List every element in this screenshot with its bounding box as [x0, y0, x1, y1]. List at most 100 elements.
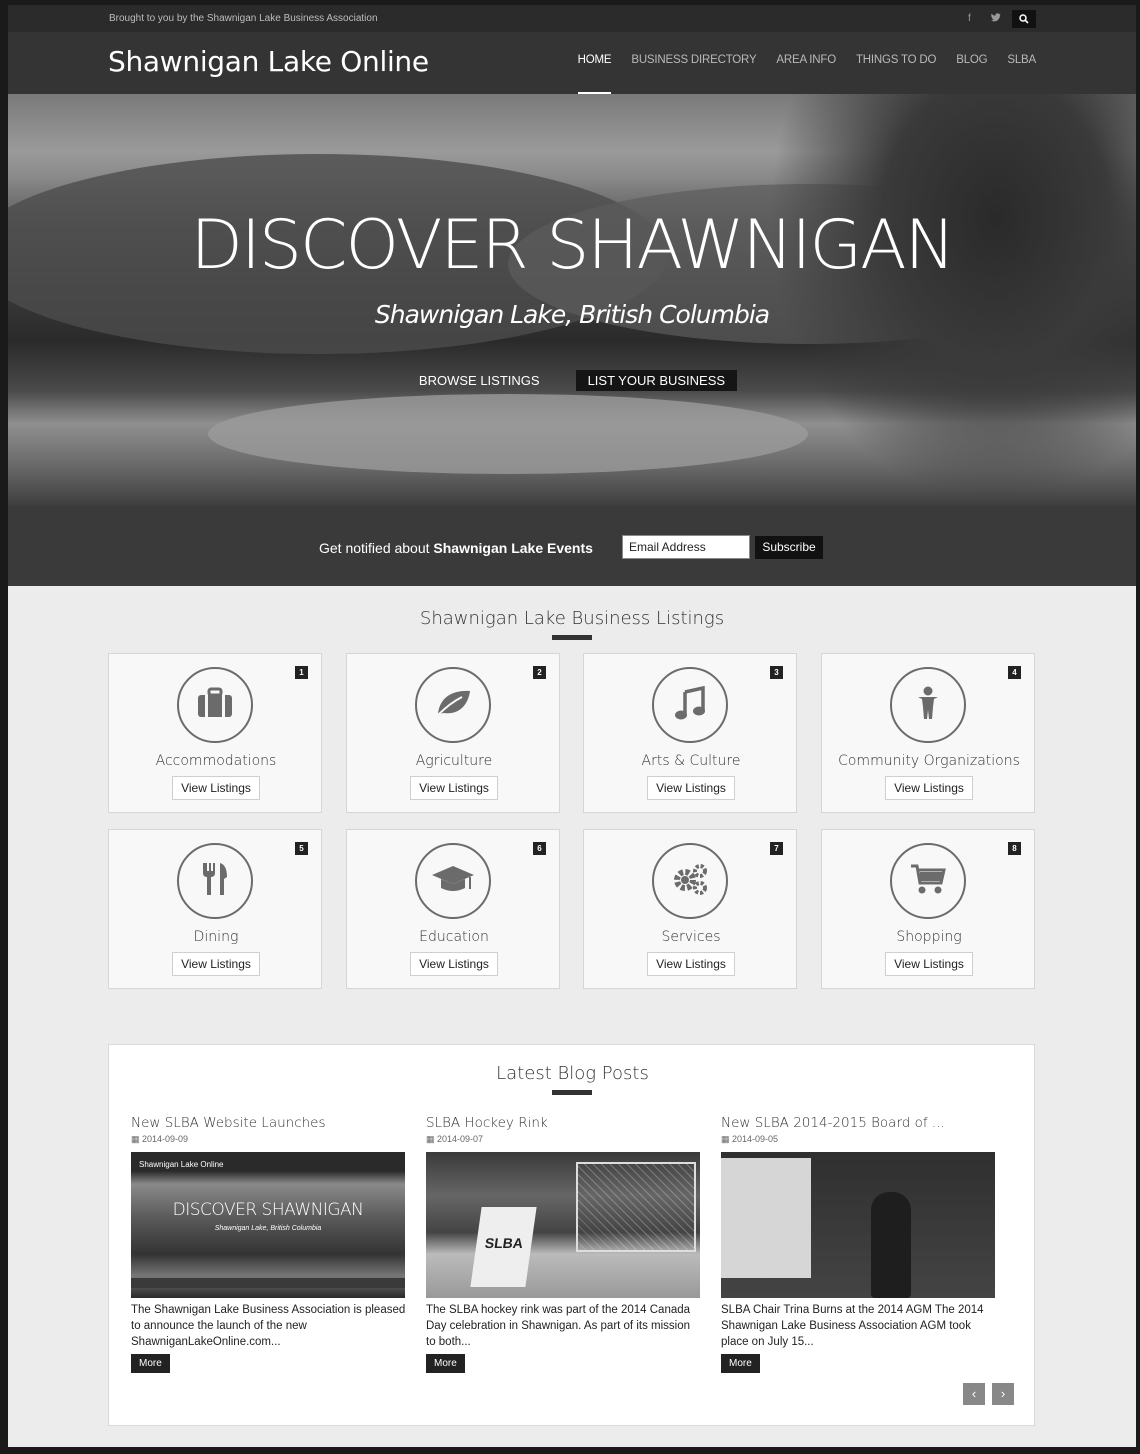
- icon-circle: [177, 843, 253, 919]
- hero-banner: DISCOVER SHAWNIGAN Shawnigan Lake, Briti…: [8, 94, 1136, 506]
- post-date: ▦ 2014-09-07: [426, 1134, 484, 1144]
- list-business-button[interactable]: LIST YOUR BUSINESS: [575, 370, 738, 391]
- subscribe-text-prefix: Get notified about: [319, 540, 434, 556]
- icon-circle: [415, 667, 491, 743]
- card-label: Community Organizations: [838, 753, 1020, 769]
- card-number-badge: 8: [1008, 842, 1021, 855]
- music-note-icon: [675, 685, 705, 725]
- view-listings-button[interactable]: View Listings: [410, 952, 498, 976]
- icon-circle: [890, 843, 966, 919]
- thumb-hockey-net: [576, 1162, 696, 1252]
- hero-title: DISCOVER SHAWNIGAN: [190, 206, 955, 285]
- leaf-icon: [434, 688, 472, 723]
- view-listings-button[interactable]: View Listings: [647, 952, 735, 976]
- subscribe-bar: Get notified about Shawnigan Lake Events…: [8, 506, 1136, 586]
- cutlery-icon: [201, 861, 229, 902]
- card-number-badge: 5: [295, 842, 308, 855]
- listing-card[interactable]: 5 Dining View Listings: [108, 829, 322, 989]
- carousel-next-button[interactable]: ›: [992, 1383, 1014, 1405]
- nav-things-to-do[interactable]: THINGS TO DO: [856, 54, 936, 94]
- nav-blog[interactable]: BLOG: [956, 54, 987, 94]
- browse-listings-button[interactable]: BROWSE LISTINGS: [407, 370, 552, 391]
- listing-card[interactable]: 8 Shopping View Listings: [821, 829, 1035, 989]
- card-label: Shopping: [896, 929, 962, 945]
- post-excerpt: The Shawnigan Lake Business Association …: [131, 1304, 406, 1348]
- post-date-text: 2014-09-05: [732, 1134, 779, 1144]
- card-number-badge: 4: [1008, 666, 1021, 679]
- blog-post: SLBA Hockey Rink ▦ 2014-09-07 SLBA The S…: [426, 1115, 701, 1373]
- thumb-strip: [131, 1278, 405, 1288]
- view-listings-button[interactable]: View Listings: [410, 776, 498, 800]
- card-number-badge: 2: [533, 666, 546, 679]
- thumb-subtitle: Shawnigan Lake, British Columbia: [214, 1225, 322, 1232]
- listing-card[interactable]: 2 Agriculture View Listings: [346, 653, 560, 813]
- post-title[interactable]: SLBA Hockey Rink: [426, 1115, 701, 1131]
- icon-circle: [890, 667, 966, 743]
- nav-home[interactable]: HOME: [577, 54, 612, 96]
- card-label: Accommodations: [155, 753, 277, 769]
- hero-subtitle: Shawnigan Lake, British Columbia: [374, 300, 770, 329]
- listing-card[interactable]: 1 Accommodations View Listings: [108, 653, 322, 813]
- facebook-icon[interactable]: f: [968, 13, 971, 24]
- person-icon: [917, 686, 939, 725]
- nav-area-info[interactable]: AREA INFO: [776, 54, 836, 94]
- twitter-icon[interactable]: [991, 13, 1001, 25]
- nav-business-directory[interactable]: BUSINESS DIRECTORY: [631, 54, 756, 94]
- carousel-prev-button[interactable]: ‹: [963, 1383, 985, 1405]
- more-button[interactable]: More: [131, 1354, 170, 1373]
- subscribe-button[interactable]: Subscribe: [755, 536, 823, 559]
- view-listings-button[interactable]: View Listings: [885, 952, 973, 976]
- view-listings-button[interactable]: View Listings: [172, 776, 260, 800]
- post-thumbnail[interactable]: [721, 1152, 995, 1298]
- view-listings-button[interactable]: View Listings: [885, 776, 973, 800]
- subscribe-text-bold: Shawnigan Lake Events: [433, 540, 593, 556]
- card-label: Dining: [193, 929, 239, 945]
- hero-lake: [208, 394, 808, 474]
- cart-icon: [910, 863, 946, 900]
- more-button[interactable]: More: [426, 1354, 465, 1373]
- post-date-text: 2014-09-07: [437, 1134, 484, 1144]
- site-logo[interactable]: Shawnigan Lake Online: [108, 45, 429, 78]
- listing-card[interactable]: 3 Arts & Culture View Listings: [583, 653, 797, 813]
- hero-buttons: BROWSE LISTINGS LIST YOUR BUSINESS: [8, 370, 1136, 391]
- card-label: Services: [661, 929, 721, 945]
- view-listings-button[interactable]: View Listings: [172, 952, 260, 976]
- card-number-badge: 7: [770, 842, 783, 855]
- search-button[interactable]: [1012, 10, 1036, 28]
- view-listings-button[interactable]: View Listings: [647, 776, 735, 800]
- icon-circle: [415, 843, 491, 919]
- main-nav: HOME BUSINESS DIRECTORY AREA INFO THINGS…: [577, 54, 1036, 96]
- listings-title: Shawnigan Lake Business Listings: [419, 608, 725, 629]
- suitcase-icon: [197, 687, 233, 724]
- blog-post: New SLBA Website Launches ▦ 2014-09-09 S…: [131, 1115, 406, 1373]
- post-date-text: 2014-09-09: [142, 1134, 189, 1144]
- title-underline: [552, 635, 592, 640]
- more-button[interactable]: More: [721, 1354, 760, 1373]
- card-label: Arts & Culture: [641, 753, 741, 769]
- icon-circle: [652, 843, 728, 919]
- page: Brought to you by the Shawnigan Lake Bus…: [8, 5, 1136, 1447]
- listing-card[interactable]: 7 Services View Listings: [583, 829, 797, 989]
- listing-card[interactable]: 6 Education View Listings: [346, 829, 560, 989]
- thumb-person: [871, 1192, 911, 1298]
- thumb-sign: SLBA: [470, 1207, 537, 1287]
- post-thumbnail[interactable]: SLBA: [426, 1152, 700, 1298]
- thumb-title: DISCOVER SHAWNIGAN: [172, 1200, 364, 1220]
- blog-title: Latest Blog Posts: [496, 1063, 649, 1084]
- icon-circle: [652, 667, 728, 743]
- email-field[interactable]: Email Address: [622, 535, 750, 559]
- post-date: ▦ 2014-09-05: [721, 1134, 779, 1144]
- nav-slba[interactable]: SLBA: [1007, 54, 1036, 94]
- thumb-brand: Shawnigan Lake Online: [139, 1160, 224, 1169]
- post-title[interactable]: New SLBA Website Launches: [131, 1115, 406, 1131]
- listing-card[interactable]: 4 Community Organizations View Listings: [821, 653, 1035, 813]
- blog-section: Latest Blog Posts New SLBA Website Launc…: [108, 1044, 1035, 1426]
- card-number-badge: 1: [295, 666, 308, 679]
- icon-circle: [177, 667, 253, 743]
- subscribe-text: Get notified about Shawnigan Lake Events: [319, 540, 593, 556]
- post-title[interactable]: New SLBA 2014-2015 Board of ...: [721, 1115, 996, 1131]
- tagline: Brought to you by the Shawnigan Lake Bus…: [109, 13, 378, 24]
- post-thumbnail[interactable]: Shawnigan Lake Online DISCOVER SHAWNIGAN…: [131, 1152, 405, 1298]
- blog-post: New SLBA 2014-2015 Board of ... ▦ 2014-0…: [721, 1115, 996, 1373]
- post-excerpt: SLBA Chair Trina Burns at the 2014 AGM T…: [721, 1304, 984, 1348]
